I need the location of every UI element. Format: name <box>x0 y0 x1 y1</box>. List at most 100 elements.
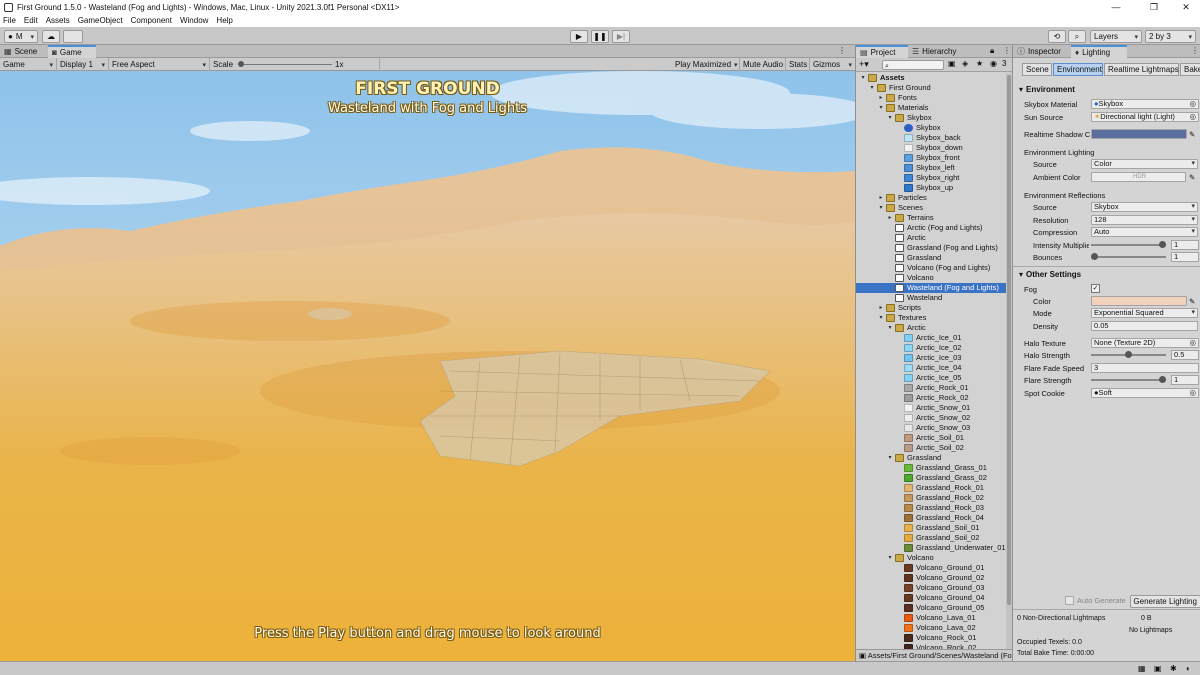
compression-dropdown[interactable]: Auto <box>1091 227 1198 237</box>
collapse-arrow-icon[interactable]: ▸ <box>877 303 885 313</box>
tree-folder-item[interactable]: ▸ Terrains <box>856 213 1006 223</box>
project-scroll-thumb[interactable] <box>1007 75 1011 605</box>
stats-toggle[interactable]: Stats <box>786 58 810 71</box>
tree-asset-item[interactable]: Grassland_Rock_02 <box>856 493 1006 503</box>
tree-folder-item[interactable]: ▾ First Ground <box>856 83 1006 93</box>
eyedropper-icon[interactable]: ✎ <box>1189 172 1195 183</box>
cloud-button[interactable]: ☁ <box>42 30 60 43</box>
fog-color-swatch[interactable] <box>1091 296 1187 306</box>
tree-scene-item[interactable]: Grassland (Fog and Lights) <box>856 243 1006 253</box>
intensity-slider[interactable] <box>1091 240 1166 250</box>
tree-scene-item[interactable]: Arctic <box>856 233 1006 243</box>
tree-asset-item[interactable]: Volcano_Lava_01 <box>856 613 1006 623</box>
tree-asset-item[interactable]: Arctic_Snow_01 <box>856 403 1006 413</box>
eye-icon[interactable]: ◉ <box>990 59 997 68</box>
lock-icon[interactable]: 🔒︎ <box>990 46 994 56</box>
bounces-input[interactable]: 1 <box>1171 252 1199 262</box>
subtab-baked[interactable]: Baked <box>1180 63 1200 76</box>
tree-asset-item[interactable]: Volcano_Lava_02 <box>856 623 1006 633</box>
menu-component[interactable]: Component <box>131 16 172 25</box>
expand-arrow-icon[interactable]: ▾ <box>859 73 867 83</box>
maximize-icon[interactable]: ❐ <box>1140 0 1168 14</box>
tree-folder-item[interactable]: ▸ Scripts <box>856 303 1006 313</box>
intensity-slider-knob[interactable] <box>1159 241 1166 248</box>
tree-asset-item[interactable]: Arctic_Soil_01 <box>856 433 1006 443</box>
tree-scene-item[interactable]: Arctic (Fog and Lights) <box>856 223 1006 233</box>
mute-audio-toggle[interactable]: Mute Audio <box>740 58 786 71</box>
tab-hierarchy[interactable]: ☰ Hierarchy <box>908 45 974 58</box>
tree-asset-item[interactable]: Grassland_Soil_02 <box>856 533 1006 543</box>
tab-scene[interactable]: ▦ Scene <box>0 45 48 58</box>
realtime-shadow-color-swatch[interactable] <box>1091 129 1187 139</box>
tree-asset-item[interactable]: Arctic_Ice_02 <box>856 343 1006 353</box>
tab-menu-icon[interactable]: ⋮ <box>1003 46 1011 55</box>
search-by-label-icon[interactable]: ◈ <box>962 59 968 68</box>
flare-strength-knob[interactable] <box>1159 376 1166 383</box>
diagnostics-icon[interactable]: ▦ <box>1138 664 1146 673</box>
scale-slider-track[interactable] <box>240 64 332 65</box>
tree-scene-item[interactable]: Volcano <box>856 273 1006 283</box>
step-button[interactable]: ▶| <box>612 30 630 43</box>
favorite-icon[interactable]: ★ <box>976 59 983 68</box>
bounces-slider[interactable] <box>1091 252 1166 262</box>
tree-asset-item[interactable]: Volcano_Ground_05 <box>856 603 1006 613</box>
tab-game[interactable]: ◙ Game <box>48 45 96 58</box>
expand-arrow-icon[interactable]: ▾ <box>877 103 885 113</box>
tree-folder-item[interactable]: ▾ Assets <box>856 73 1006 83</box>
tree-asset-item[interactable]: Arctic_Snow_02 <box>856 413 1006 423</box>
halo-texture-field[interactable]: None (Texture 2D) ◎ <box>1091 338 1199 348</box>
subtab-realtime-lightmaps[interactable]: Realtime Lightmaps <box>1104 63 1179 76</box>
other-settings-header[interactable]: Other Settings <box>1019 270 1081 279</box>
object-picker-icon[interactable]: ◎ <box>1189 100 1196 108</box>
menu-assets[interactable]: Assets <box>46 16 70 25</box>
eyedropper-icon[interactable]: ✎ <box>1189 296 1195 307</box>
tree-asset-item[interactable]: Skybox_back <box>856 133 1006 143</box>
minimize-icon[interactable]: — <box>1102 0 1130 14</box>
tree-asset-item[interactable]: Grassland_Grass_01 <box>856 463 1006 473</box>
tree-folder-item[interactable]: ▸ Particles <box>856 193 1006 203</box>
scale-slider-knob[interactable] <box>238 61 244 67</box>
tree-asset-item[interactable]: Arctic_Ice_03 <box>856 353 1006 363</box>
refl-source-dropdown[interactable]: Skybox <box>1091 202 1198 212</box>
tree-scene-item[interactable]: Wasteland <box>856 293 1006 303</box>
eyedropper-icon[interactable]: ✎ <box>1189 129 1195 140</box>
collapse-arrow-icon[interactable]: ▸ <box>877 93 885 103</box>
create-plus-icon[interactable]: +▾ <box>859 59 869 70</box>
halo-strength-knob[interactable] <box>1125 351 1132 358</box>
game-view-render[interactable]: FIRST GROUND Wasteland with Fog and Ligh… <box>0 71 855 661</box>
tree-scene-item[interactable]: Wasteland (Fog and Lights) <box>856 283 1006 293</box>
env-source-dropdown[interactable]: Color <box>1091 159 1198 169</box>
search-button[interactable]: ⌕ <box>1068 30 1086 43</box>
expand-arrow-icon[interactable]: ▾ <box>886 453 894 463</box>
tab-menu-icon[interactable]: ⋮ <box>1191 46 1199 55</box>
account-dropdown[interactable]: ● M <box>4 30 38 43</box>
gizmos-dropdown[interactable]: Gizmos <box>810 58 855 71</box>
undo-history-button[interactable]: ⟲ <box>1048 30 1066 43</box>
fog-density-input[interactable]: 0.05 <box>1091 321 1198 331</box>
tree-asset-item[interactable]: Arctic_Rock_02 <box>856 393 1006 403</box>
tree-folder-item[interactable]: ▾ Arctic <box>856 323 1006 333</box>
fog-mode-dropdown[interactable]: Exponential Squared <box>1091 308 1198 318</box>
tree-asset-item[interactable]: Skybox_down <box>856 143 1006 153</box>
tree-asset-item[interactable]: Volcano_Rock_01 <box>856 633 1006 643</box>
aspect-dropdown[interactable]: Free Aspect <box>109 58 210 71</box>
spot-cookie-field[interactable]: ●Soft ◎ <box>1091 388 1199 398</box>
halo-strength-slider[interactable] <box>1091 350 1166 360</box>
expand-arrow-icon[interactable]: ▾ <box>868 83 876 93</box>
tree-asset-item[interactable]: Arctic_Ice_05 <box>856 373 1006 383</box>
menu-edit[interactable]: Edit <box>24 16 38 25</box>
pause-button[interactable]: ❚❚ <box>591 30 609 43</box>
layout-dropdown[interactable]: 2 by 3 <box>1145 30 1196 43</box>
tree-asset-item[interactable]: Volcano_Ground_04 <box>856 593 1006 603</box>
tree-asset-item[interactable]: Grassland_Grass_02 <box>856 473 1006 483</box>
tree-asset-item[interactable]: Grassland_Underwater_01 <box>856 543 1006 553</box>
ambient-color-swatch[interactable]: HDR <box>1091 172 1186 182</box>
tree-asset-item[interactable]: Skybox_right <box>856 173 1006 183</box>
tree-folder-item[interactable]: ▾ Volcano <box>856 553 1006 563</box>
search-by-type-icon[interactable]: ▣ <box>948 59 956 68</box>
tab-inspector[interactable]: ⓘ Inspector <box>1013 45 1069 58</box>
tree-asset-item[interactable]: Volcano_Ground_01 <box>856 563 1006 573</box>
tree-asset-item[interactable]: Grassland_Rock_04 <box>856 513 1006 523</box>
collapse-arrow-icon[interactable]: ▸ <box>886 213 894 223</box>
object-picker-icon[interactable]: ◎ <box>1189 113 1196 121</box>
